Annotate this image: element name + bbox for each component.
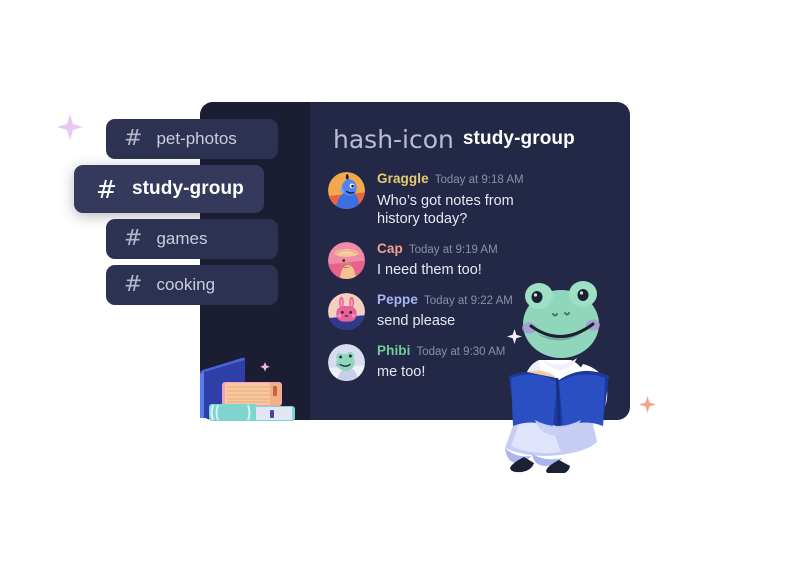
message-meta: Graggle Today at 9:18 AM: [377, 172, 628, 187]
message-body: Graggle Today at 9:18 AM Who’s got notes…: [377, 170, 628, 229]
avatar-cap[interactable]: [328, 241, 365, 279]
message-author[interactable]: Graggle: [377, 172, 429, 186]
sparkle-lilac-icon: [57, 114, 83, 145]
page-title: study-group: [462, 128, 575, 149]
message-row: Graggle Today at 9:18 AM Who’s got notes…: [328, 170, 628, 229]
illustration-canvas: hash-icon study-group # pet-photos # stu…: [0, 0, 810, 563]
sidebar-item-study-group[interactable]: # study-group: [74, 165, 264, 213]
message-author[interactable]: Phibi: [377, 344, 411, 358]
avatar-phibi[interactable]: [328, 343, 365, 381]
message-author[interactable]: Peppe: [377, 293, 418, 307]
sidebar-item-label: cooking: [156, 275, 216, 294]
avatar-peppe[interactable]: [328, 292, 365, 330]
sidebar-item-label: study-group: [131, 178, 244, 199]
hash-icon: #: [96, 174, 117, 204]
sidebar-item-games[interactable]: # games: [106, 219, 278, 259]
sidebar-item-cooking[interactable]: # cooking: [106, 265, 278, 305]
message-timestamp: Today at 9:18 AM: [434, 174, 524, 186]
book-stack-illustration: [196, 352, 301, 424]
hash-icon: #: [124, 272, 143, 297]
message-meta: Cap Today at 9:19 AM: [377, 242, 628, 257]
sparkle-coral-icon: [639, 396, 656, 418]
hash-icon: hash-icon: [333, 124, 454, 154]
sidebar-item-pet-photos[interactable]: # pet-photos: [106, 119, 278, 159]
hash-icon: #: [124, 226, 143, 251]
message-timestamp: Today at 9:19 AM: [408, 243, 498, 256]
hash-icon: #: [124, 126, 143, 151]
channel-header: hash-icon study-group: [333, 124, 575, 154]
message-text: Who’s got notes from history today?: [377, 192, 514, 228]
message-author[interactable]: Cap: [377, 242, 403, 256]
sidebar-item-label: pet-photos: [156, 129, 237, 148]
avatar-graggle[interactable]: [328, 172, 365, 209]
sidebar-item-label: games: [156, 229, 208, 248]
frog-reader-illustration: [487, 268, 637, 476]
